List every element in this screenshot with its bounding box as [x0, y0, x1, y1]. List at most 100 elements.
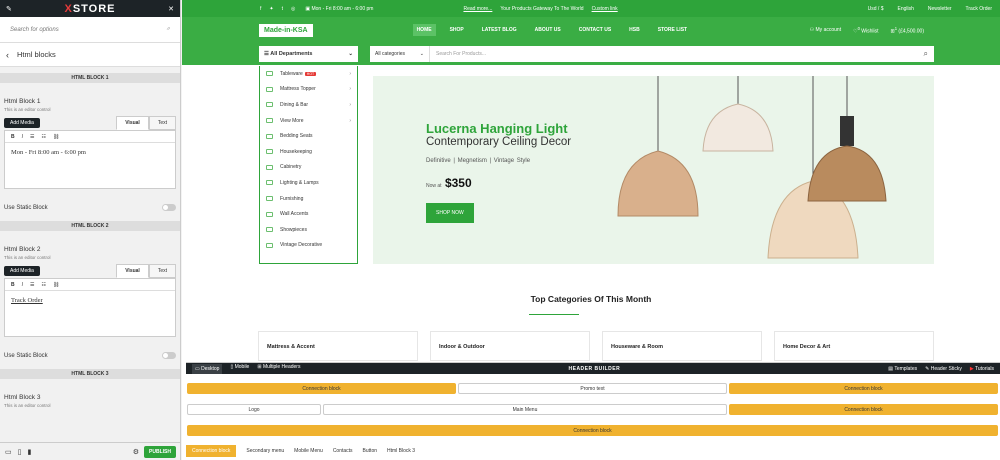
dept-item[interactable]: Furnishing [260, 191, 357, 207]
mobile-tab[interactable]: ▯ Mobile [230, 364, 249, 374]
connection-block[interactable]: Connection block [729, 383, 998, 394]
options-search[interactable]: Search for options ⌕ [0, 17, 180, 43]
search-input[interactable]: Search For Products... [430, 51, 918, 57]
list-icon[interactable]: ☰ [30, 282, 34, 288]
custom-link[interactable]: Custom link [592, 6, 618, 12]
item-button[interactable]: Button [363, 448, 377, 454]
item-secondary-menu[interactable]: Secondary menu [246, 448, 284, 454]
promo-text-block[interactable]: Promo text [458, 383, 727, 394]
newsletter-link[interactable]: Newsletter [928, 6, 952, 12]
nav-shop[interactable]: SHOP [446, 24, 468, 36]
tutorials-button[interactable]: ▶ Tutorials [970, 366, 994, 372]
bold-icon[interactable]: B [11, 282, 15, 288]
search-input[interactable]: Search for options [10, 27, 59, 33]
item-connection-block[interactable]: Connection block [186, 445, 237, 457]
chevron-right-icon: › [349, 86, 351, 93]
editor-content[interactable]: Track Order [5, 291, 175, 336]
close-icon[interactable]: ✕ [168, 5, 174, 13]
title-underline [529, 314, 579, 315]
templates-button[interactable]: ▤ Templates [888, 366, 917, 372]
desktop-tab[interactable]: ▭ Desktop [192, 363, 223, 374]
dept-item[interactable]: Showpieces [260, 222, 357, 238]
category-card[interactable]: Houseware & Room [602, 331, 762, 361]
track-order-link[interactable]: Track Order [11, 297, 43, 304]
read-more-link[interactable]: Read more... [463, 6, 492, 12]
nav-home[interactable]: HOME [412, 24, 436, 36]
track-order-link[interactable]: Track Order [966, 6, 992, 12]
dept-item[interactable]: Tableware HOT › [260, 66, 357, 82]
bird-icon[interactable]: ✦ [269, 6, 273, 12]
category-card[interactable]: Home Decor & Art [774, 331, 934, 361]
category-select[interactable]: All categories ⌄ [370, 46, 430, 62]
category-card[interactable]: Mattress & Accent [258, 331, 418, 361]
connection-block[interactable]: Connection block [187, 425, 998, 436]
back-icon[interactable]: ‹ [6, 50, 9, 60]
site-logo[interactable]: Made-in-KSA [259, 23, 313, 37]
gear-icon[interactable]: ⚙ [133, 448, 139, 456]
tab-text[interactable]: Text [148, 116, 176, 130]
connection-block[interactable]: Connection block [729, 404, 998, 415]
tab-visual[interactable]: Visual [116, 116, 149, 130]
hero-subtitle: Contemporary Ceiling Decor [426, 136, 572, 148]
item-html-block-3[interactable]: Html Block 3 [387, 448, 415, 454]
account-link[interactable]: ⚇ My account [810, 27, 841, 33]
dept-item[interactable]: Wall Accents [260, 206, 357, 222]
link-icon[interactable]: ⛓ [53, 282, 59, 288]
ordered-list-icon[interactable]: ☷ [42, 134, 46, 140]
dept-item[interactable]: Lighting & Lamps [260, 175, 357, 191]
nav-contact-us[interactable]: CONTACT US [575, 24, 615, 36]
bold-icon[interactable]: B [11, 134, 15, 140]
link-icon[interactable]: ⛓ [53, 134, 59, 140]
add-media-button[interactable]: Add Media [4, 118, 40, 128]
dept-item[interactable]: Dining & Bar › [260, 97, 357, 113]
editor[interactable]: B I ☰ ☷ ⛓ Mon - Fri 8:00 am - 6:00 pm [4, 130, 176, 189]
wishlist-link[interactable]: ♡0 Wishlist [853, 26, 878, 35]
dept-item[interactable]: Bedding Seats [260, 128, 357, 144]
twitter-icon[interactable]: t [282, 6, 283, 12]
header-sticky-button[interactable]: ✎ Header Sticky [925, 366, 962, 372]
item-mobile-menu[interactable]: Mobile Menu [294, 448, 323, 454]
desktop-icon[interactable]: ▭ [5, 448, 12, 456]
currency-select[interactable]: Usd / $ [868, 6, 884, 12]
tab-text[interactable]: Text [148, 264, 176, 278]
italic-icon[interactable]: I [22, 282, 23, 288]
cart-link[interactable]: ⊞1 (£4,500.00) [891, 26, 924, 35]
nav-store-list[interactable]: STORE LIST [654, 24, 691, 36]
departments-toggle[interactable]: ☰ All Departments ⌄ [259, 46, 358, 62]
tab-visual[interactable]: Visual [116, 264, 149, 278]
category-card[interactable]: Indoor & Outdoor [430, 331, 590, 361]
shop-now-button[interactable]: SHOP NOW [426, 203, 474, 223]
language-select[interactable]: English [897, 6, 913, 12]
nav-about-us[interactable]: ABOUT US [531, 24, 565, 36]
static-toggle[interactable] [162, 352, 176, 359]
add-media-button[interactable]: Add Media [4, 266, 40, 276]
publish-button[interactable]: PUBLISH [144, 445, 176, 458]
dept-item[interactable]: Housekeeping [260, 144, 357, 160]
static-toggle[interactable] [162, 204, 176, 211]
nav-latest-blog[interactable]: LATEST BLOG [478, 24, 521, 36]
italic-icon[interactable]: I [22, 134, 23, 140]
main-menu-block[interactable]: Main Menu [323, 404, 727, 415]
mobile-icon[interactable]: ▮ [27, 448, 31, 456]
multiple-headers-tab[interactable]: ⊞ Multiple Headers [257, 364, 300, 374]
edit-icon[interactable]: ✎ [6, 5, 12, 13]
logo-block[interactable]: Logo [187, 404, 321, 415]
list-icon[interactable]: ☰ [30, 134, 34, 140]
ordered-list-icon[interactable]: ☷ [42, 282, 46, 288]
editor[interactable]: B I ☰ ☷ ⛓ Track Order [4, 278, 176, 337]
dept-item[interactable]: View More › [260, 113, 357, 129]
item-contacts[interactable]: Contacts [333, 448, 353, 454]
editor-content[interactable]: Mon - Fri 8:00 am - 6:00 pm [5, 143, 175, 188]
block-desc: This is an editor control [4, 107, 51, 112]
facebook-icon[interactable]: f [260, 6, 261, 12]
furnishing-icon [266, 196, 273, 202]
search-row: ☰ All Departments ⌄ All categories ⌄ Sear… [182, 43, 1000, 65]
nav-hsb[interactable]: HSB [625, 24, 644, 36]
dept-item[interactable]: Cabinetry [260, 160, 357, 176]
tablet-icon[interactable]: ▯ [18, 448, 22, 456]
search-icon[interactable]: ⌕ [918, 49, 934, 59]
instagram-icon[interactable]: ◎ [291, 6, 295, 12]
dept-item[interactable]: Mattress Topper › [260, 82, 357, 98]
connection-block[interactable]: Connection block [187, 383, 456, 394]
dept-item[interactable]: Vintage Decorative [260, 238, 357, 254]
